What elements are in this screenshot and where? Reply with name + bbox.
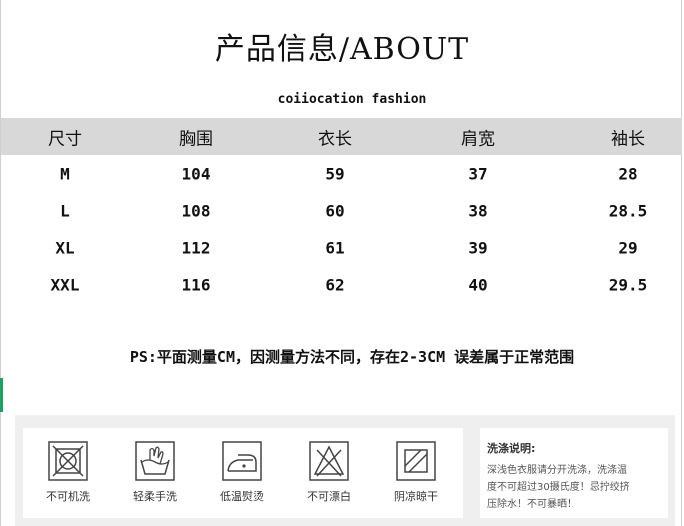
care-label: 不可漂白 bbox=[307, 490, 351, 503]
table-cell: 62 bbox=[325, 275, 345, 294]
no-machine-wash-icon bbox=[48, 441, 88, 481]
table-cell: XL bbox=[55, 238, 75, 257]
table-cell: 29 bbox=[618, 238, 638, 257]
table-cell: 59 bbox=[325, 164, 345, 183]
table-cell: 38 bbox=[468, 201, 488, 220]
care-item-no-bleach: 不可漂白 bbox=[301, 438, 357, 504]
table-cell: XXL bbox=[50, 275, 80, 294]
page-title: 产品信息/ABOUT bbox=[214, 32, 470, 67]
table-cell: L bbox=[60, 201, 70, 220]
low-temp-iron-icon bbox=[222, 441, 262, 481]
table-row: XL 112 61 39 29 bbox=[1, 229, 682, 266]
header-cell-shoulder: 肩宽 bbox=[461, 129, 495, 149]
care-item-low-temp-iron: 低温熨烫 bbox=[214, 438, 270, 504]
table-row: L 108 60 38 28.5 bbox=[1, 192, 682, 229]
table-cell: 104 bbox=[181, 164, 211, 183]
header-cell-chest: 胸围 bbox=[179, 129, 213, 149]
gentle-hand-wash-icon bbox=[135, 441, 175, 481]
table-cell: 116 bbox=[181, 275, 211, 294]
header-cell-size: 尺寸 bbox=[48, 129, 82, 149]
table-header-row: 尺寸 胸围 衣长 肩宽 袖长 bbox=[1, 118, 682, 155]
wash-instructions-line: 压除水！不可暴晒！ bbox=[487, 499, 577, 510]
table-cell: 60 bbox=[325, 201, 345, 220]
table-cell: 39 bbox=[468, 238, 488, 257]
table-row: M 104 59 37 28 bbox=[1, 155, 682, 192]
care-label: 轻柔手洗 bbox=[133, 490, 177, 503]
header-cell-sleeve: 袖长 bbox=[611, 129, 645, 149]
table-cell: 108 bbox=[181, 201, 211, 220]
table-row: XXL 116 62 40 29.5 bbox=[1, 266, 682, 303]
care-label: 低温熨烫 bbox=[220, 490, 264, 503]
table-cell: 40 bbox=[468, 275, 488, 294]
wash-instructions-line: 度不可超过30摄氏度！忌拧绞挤 bbox=[487, 482, 630, 493]
table-cell: 29.5 bbox=[608, 275, 648, 294]
header-cell-length: 衣长 bbox=[318, 129, 352, 149]
table-cell: 28 bbox=[618, 164, 638, 183]
care-item-gentle-hand-wash: 轻柔手洗 bbox=[127, 438, 183, 504]
no-bleach-icon bbox=[309, 441, 349, 481]
brand-name: coiiocation fashion bbox=[277, 92, 427, 107]
wash-instructions-title: 洗涤说明: bbox=[487, 442, 536, 455]
table-cell: M bbox=[60, 164, 70, 183]
care-label: 阴凉晾干 bbox=[394, 490, 438, 503]
table-cell: 61 bbox=[325, 238, 345, 257]
shade-dry-icon bbox=[396, 441, 436, 481]
table-cell: 28.5 bbox=[608, 201, 648, 220]
measurement-note: PS:平面测量CM，因测量方法不同，存在2-3CM 误差属于正常范围 bbox=[129, 348, 575, 366]
wash-instructions-line: 深浅色衣服请分开洗涤，洗涤温 bbox=[487, 465, 627, 476]
side-accent-mark bbox=[0, 378, 3, 412]
table-cell: 37 bbox=[468, 164, 488, 183]
care-item-shade-dry: 阴凉晾干 bbox=[388, 438, 444, 504]
table-cell: 112 bbox=[181, 238, 211, 257]
care-label: 不可机洗 bbox=[46, 490, 90, 503]
care-item-no-machine-wash: 不可机洗 bbox=[40, 438, 96, 504]
size-table: 尺寸 胸围 衣长 肩宽 袖长 M 104 59 37 28 L 108 60 3… bbox=[1, 118, 682, 303]
